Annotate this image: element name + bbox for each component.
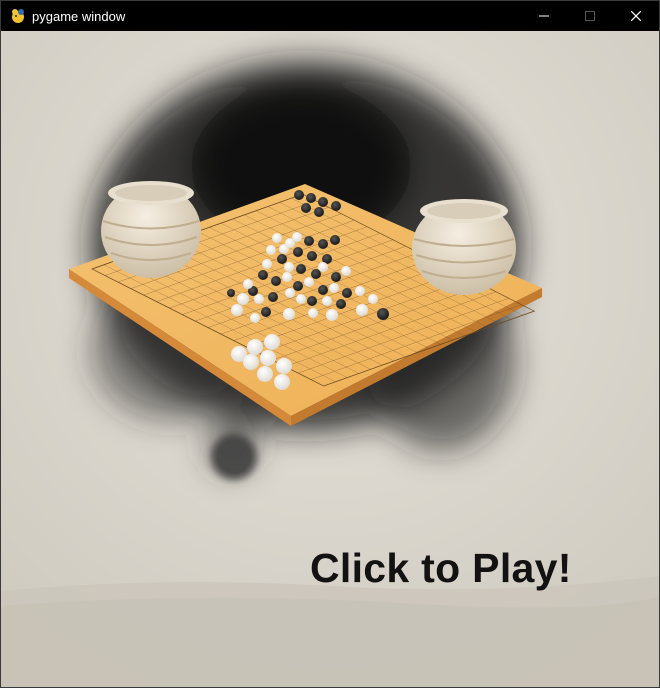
pygame-snake-icon: [12, 9, 24, 23]
right-stone-bowl: [412, 199, 516, 295]
close-icon: [631, 11, 641, 21]
title-bar[interactable]: pygame window: [1, 1, 659, 31]
window-controls: [521, 1, 659, 31]
game-canvas[interactable]: Click to Play!: [1, 31, 659, 687]
click-to-play-prompt[interactable]: Click to Play!: [310, 545, 572, 592]
maximize-icon: [585, 11, 595, 21]
close-button[interactable]: [613, 1, 659, 31]
left-stone-bowl: [101, 181, 201, 278]
window-title: pygame window: [32, 8, 126, 24]
maximize-button[interactable]: [567, 1, 613, 31]
minimize-icon: [539, 15, 549, 17]
minimize-button[interactable]: [521, 1, 567, 31]
game-window: pygame window Click to Play!: [0, 0, 660, 688]
